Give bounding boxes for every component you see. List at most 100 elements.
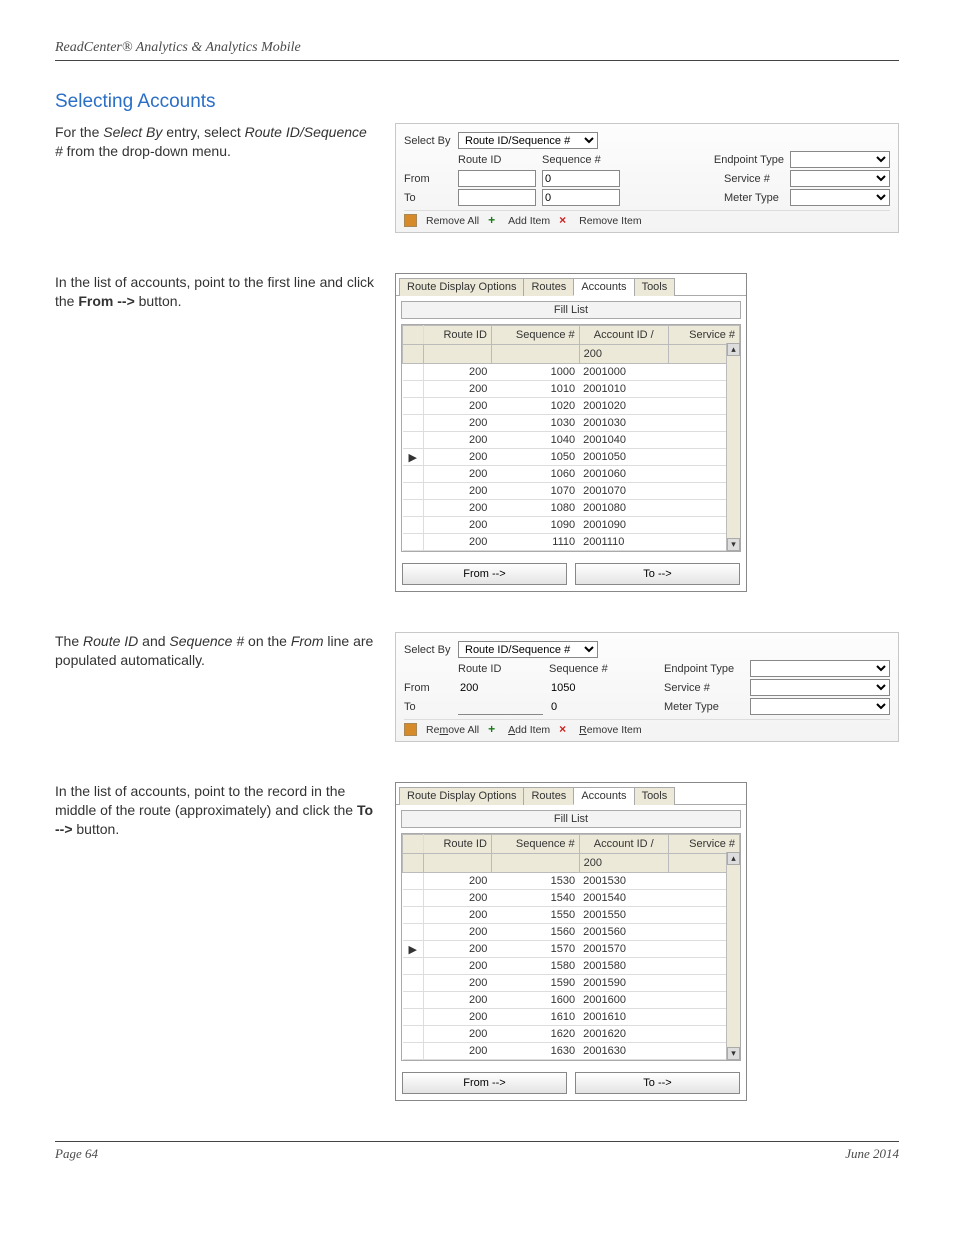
remove-item-button[interactable]: Remove Item	[579, 724, 641, 736]
col-sequence[interactable]: Sequence #	[491, 326, 579, 345]
table-row[interactable]: 200163020016301	[403, 1043, 740, 1060]
meter-type-label: Meter Type	[664, 701, 744, 713]
to-route-input[interactable]	[458, 698, 543, 715]
from-route-input[interactable]	[458, 679, 543, 696]
service-combo[interactable]	[790, 170, 890, 187]
filter-account-id[interactable]: 200	[579, 345, 668, 364]
endpoint-type-label: Endpoint Type	[714, 154, 784, 166]
table-row[interactable]: 200155020015501	[403, 907, 740, 924]
from-label: From	[404, 173, 452, 185]
from-label: From	[404, 682, 452, 694]
to-label: To	[404, 192, 452, 204]
to-button[interactable]: To -->	[575, 1072, 740, 1094]
table-row[interactable]: 200162020016201	[403, 1026, 740, 1043]
scroll-up-icon[interactable]: ▴	[727, 852, 740, 865]
col-service[interactable]: Service #	[668, 326, 739, 345]
tab-accounts[interactable]: Accounts	[573, 278, 634, 296]
table-row[interactable]: 200160020016001	[403, 992, 740, 1009]
accounts-table-2[interactable]: Route ID Sequence # Account ID / Service…	[402, 834, 740, 1060]
scrollbar[interactable]: ▴ ▾	[726, 343, 740, 551]
col-account-id[interactable]: Account ID /	[579, 326, 668, 345]
col-route-id[interactable]: Route ID	[424, 835, 492, 854]
remove-all-icon	[404, 214, 417, 227]
page-header: ReadCenter® Analytics & Analytics Mobile	[55, 40, 899, 61]
remove-item-button[interactable]: Remove Item	[579, 215, 641, 227]
table-row[interactable]: ▶200157020015701	[403, 941, 740, 958]
table-row[interactable]: 200101020010101	[403, 381, 740, 398]
to-button[interactable]: To -->	[575, 563, 740, 585]
add-item-icon: +	[488, 215, 499, 226]
tab-routes[interactable]: Routes	[523, 278, 574, 296]
table-row[interactable]: 200104020010401	[403, 432, 740, 449]
service-label: Service #	[724, 173, 784, 185]
scroll-down-icon[interactable]: ▾	[727, 1047, 740, 1060]
table-row[interactable]: 200106020010601	[403, 466, 740, 483]
filter-account-id[interactable]: 200	[579, 854, 668, 873]
from-route-input[interactable]	[458, 170, 536, 187]
para-4: In the list of accounts, point to the re…	[55, 782, 375, 839]
remove-item-icon: ×	[559, 215, 570, 226]
from-seq-input[interactable]	[549, 679, 634, 696]
sequence-label: Sequence #	[549, 663, 634, 675]
tab-tools[interactable]: Tools	[634, 278, 676, 296]
add-item-button[interactable]: Add Item	[508, 215, 550, 227]
meter-type-combo[interactable]	[790, 189, 890, 206]
tab-route-display[interactable]: Route Display Options	[399, 278, 524, 296]
table-row[interactable]: 200100020010001	[403, 364, 740, 381]
table-row[interactable]: 200109020010901	[403, 517, 740, 534]
tab-tools[interactable]: Tools	[634, 787, 676, 805]
from-seq-input[interactable]	[542, 170, 620, 187]
col-sequence[interactable]: Sequence #	[491, 835, 579, 854]
table-row[interactable]: ▶200105020010501	[403, 449, 740, 466]
table-row[interactable]: 200153020015301	[403, 873, 740, 890]
select-by-combo[interactable]: Route ID/Sequence #	[458, 641, 598, 658]
para-3: The Route ID and Sequence # on the From …	[55, 632, 375, 670]
select-by-label: Select By	[404, 644, 452, 656]
service-combo[interactable]	[750, 679, 890, 696]
table-row[interactable]: 200102020010201	[403, 398, 740, 415]
meter-type-combo[interactable]	[750, 698, 890, 715]
select-by-label: Select By	[404, 135, 452, 147]
table-row[interactable]: 200159020015901	[403, 975, 740, 992]
add-item-button[interactable]: Add Item	[508, 724, 550, 736]
page-date: June 2014	[845, 1146, 899, 1162]
remove-all-button[interactable]: Remove All	[426, 724, 479, 736]
table-row[interactable]: 200108020010801	[403, 500, 740, 517]
table-row[interactable]: 200103020010301	[403, 415, 740, 432]
endpoint-type-label: Endpoint Type	[664, 663, 744, 675]
table-row[interactable]: 200156020015601	[403, 924, 740, 941]
scrollbar[interactable]: ▴ ▾	[726, 852, 740, 1060]
from-button[interactable]: From -->	[402, 563, 567, 585]
add-item-icon: +	[488, 724, 499, 735]
accounts-grid-panel-1: Route Display Options Routes Accounts To…	[395, 273, 747, 592]
tab-routes[interactable]: Routes	[523, 787, 574, 805]
tab-accounts[interactable]: Accounts	[573, 787, 634, 805]
to-seq-input[interactable]	[549, 698, 634, 715]
endpoint-type-combo[interactable]	[790, 151, 890, 168]
remove-all-icon	[404, 723, 417, 736]
scroll-down-icon[interactable]: ▾	[727, 538, 740, 551]
table-row[interactable]: 200111020011101	[403, 534, 740, 551]
col-route-id[interactable]: Route ID	[424, 326, 492, 345]
col-account-id[interactable]: Account ID /	[579, 835, 668, 854]
route-id-label: Route ID	[458, 663, 543, 675]
to-seq-input[interactable]	[542, 189, 620, 206]
fill-list-button[interactable]: Fill List	[401, 301, 741, 319]
accounts-table-1[interactable]: Route ID Sequence # Account ID / Service…	[402, 325, 740, 551]
fill-list-button[interactable]: Fill List	[401, 810, 741, 828]
select-by-panel-2: Select By Route ID/Sequence # Route ID S…	[395, 632, 899, 742]
table-row[interactable]: 200154020015401	[403, 890, 740, 907]
from-button[interactable]: From -->	[402, 1072, 567, 1094]
select-by-combo[interactable]: Route ID/Sequence #	[458, 132, 598, 149]
service-label: Service #	[664, 682, 744, 694]
remove-all-button[interactable]: Remove All	[426, 215, 479, 227]
table-row[interactable]: 200158020015801	[403, 958, 740, 975]
route-id-label: Route ID	[458, 154, 536, 166]
col-service[interactable]: Service #	[668, 835, 739, 854]
endpoint-type-combo[interactable]	[750, 660, 890, 677]
scroll-up-icon[interactable]: ▴	[727, 343, 740, 356]
to-route-input[interactable]	[458, 189, 536, 206]
table-row[interactable]: 200161020016101	[403, 1009, 740, 1026]
table-row[interactable]: 200107020010701	[403, 483, 740, 500]
tab-route-display[interactable]: Route Display Options	[399, 787, 524, 805]
